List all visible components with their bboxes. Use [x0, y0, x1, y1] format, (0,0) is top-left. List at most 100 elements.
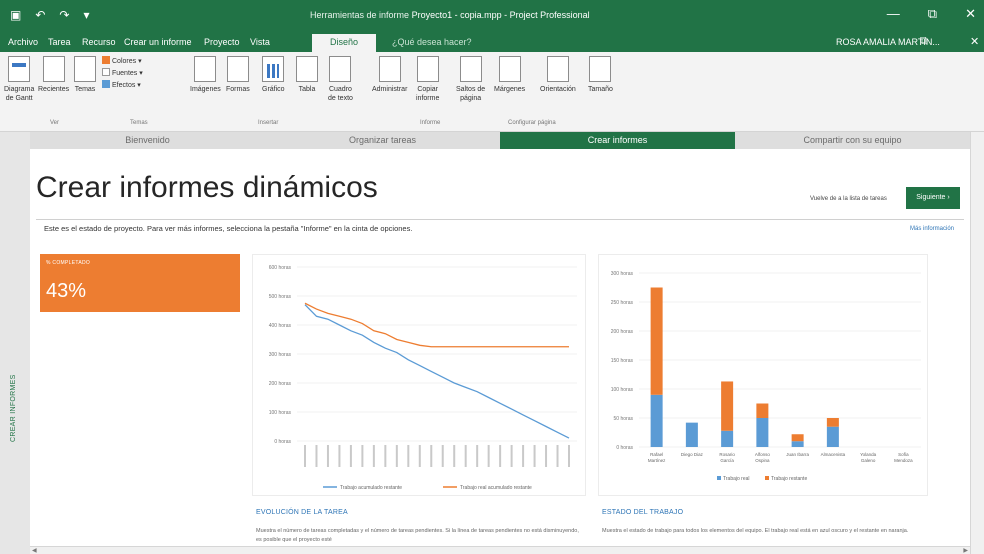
themes-icon: [74, 56, 96, 82]
textbox-button[interactable]: Cuadro de texto: [328, 56, 353, 103]
save-icon[interactable]: ▣: [10, 8, 21, 22]
images-button[interactable]: Imágenes: [190, 56, 221, 94]
title-main: Proyecto1 - copia.mpp - Project Professi…: [411, 10, 590, 20]
ribbon-display-icon[interactable]: ⧉: [920, 35, 928, 48]
x-tick-label: [361, 445, 364, 467]
restore-icon[interactable]: ⧉: [928, 6, 937, 22]
x-tick-label: Galeno: [861, 458, 876, 463]
nav-crear-informes[interactable]: Crear informes: [500, 132, 735, 149]
minimize-icon[interactable]: —: [887, 6, 900, 22]
gantt-button[interactable]: Diagrama de Gantt: [4, 56, 34, 103]
legend-swatch: [765, 476, 769, 480]
completion-label: % COMPLETADO: [46, 260, 91, 266]
redo-icon[interactable]: ↷: [59, 8, 69, 22]
bar-segment: [721, 430, 734, 447]
size-button[interactable]: Tamaño: [588, 56, 613, 94]
work-status-svg: 0 horas 50 horas 100 horas 150 horas 200 hor…: [611, 271, 921, 482]
recent-button[interactable]: Recientes: [38, 56, 69, 94]
x-tick-label: Rosario: [719, 452, 735, 457]
group-label-insertar: Insertar: [258, 120, 279, 126]
page-breaks-button[interactable]: Saltos de página: [456, 56, 485, 103]
themes-button[interactable]: Temas: [74, 56, 96, 94]
x-tick-label: Alfonso: [755, 452, 771, 457]
x-tick-label: Juan Ibarra: [786, 452, 809, 457]
x-tick-label: [304, 445, 306, 467]
close-icon[interactable]: ✕: [965, 6, 976, 22]
nav-bienvenido[interactable]: Bienvenido: [30, 132, 265, 149]
x-tick-label: [499, 445, 502, 467]
tab-crear-informe[interactable]: Crear un informe: [124, 37, 192, 47]
tab-tarea[interactable]: Tarea: [48, 37, 71, 47]
manage-button[interactable]: Administrar: [372, 56, 407, 94]
bar-segment: [650, 394, 663, 447]
legend-label: Trabajo real acumulado restante: [460, 485, 532, 491]
tab-diseno[interactable]: Diseño: [312, 34, 377, 52]
page-breaks-icon: [459, 56, 482, 82]
scroll-right-icon[interactable]: ▶: [963, 547, 968, 554]
copy-report-button[interactable]: Copiar informe: [416, 56, 439, 103]
tab-proyecto[interactable]: Proyecto: [204, 37, 240, 47]
colors-option[interactable]: Colores ▾: [102, 56, 143, 68]
x-tick-label: García: [720, 458, 734, 463]
recent-icon: [42, 56, 65, 82]
table-icon: [296, 56, 318, 82]
tab-recurso[interactable]: Recurso: [82, 37, 116, 47]
legend-swatch: [717, 476, 721, 480]
window-title: Herramientas de informe Proyecto1 - copi…: [310, 10, 590, 20]
back-to-tasks-link[interactable]: Vuelve de a la lista de tareas: [810, 196, 887, 202]
tell-me-box[interactable]: ¿Qué desea hacer?: [392, 37, 472, 47]
y-tick-label: 600 horas: [269, 265, 292, 271]
scroll-left-icon[interactable]: ◀: [32, 547, 37, 554]
effects-icon: [102, 80, 110, 88]
tab-vista[interactable]: Vista: [250, 37, 270, 47]
y-tick-label: 200 horas: [269, 381, 292, 387]
legend-label: Trabajo restante: [771, 476, 807, 482]
x-tick-label: [522, 445, 525, 467]
x-tick-label: [568, 445, 570, 467]
y-tick-label: 100 horas: [611, 387, 634, 393]
nav-organizar-tareas[interactable]: Organizar tareas: [265, 132, 500, 149]
close-doc-icon[interactable]: ✕: [970, 35, 979, 48]
orientation-icon: [546, 56, 569, 82]
y-tick-label: 500 horas: [269, 294, 292, 300]
chart-button[interactable]: Gráfico: [262, 56, 285, 94]
x-tick-label: Yolanda: [860, 452, 877, 457]
bar-segment: [826, 418, 839, 427]
x-tick-label: [326, 445, 329, 467]
y-tick-label: 100 horas: [269, 410, 292, 416]
nav-compartir[interactable]: Compartir con su equipo: [735, 132, 970, 149]
section-text-evolucion: Muestra el número de tareas completadas …: [256, 528, 579, 543]
legend-label: Trabajo acumulado restante: [340, 485, 402, 491]
group-label-ver: Ver: [50, 120, 60, 126]
customize-icon[interactable]: ▾: [83, 8, 89, 22]
x-tick-label: Rafael: [650, 452, 663, 457]
ribbon-tabs: Archivo Tarea Recurso Crear un informe P…: [0, 32, 984, 52]
sidebar-label: CREAR INFORMES: [10, 374, 17, 442]
margins-icon: [498, 56, 521, 82]
x-tick-label: [315, 445, 318, 467]
shapes-button[interactable]: Formas: [226, 56, 250, 94]
x-tick-label: [476, 445, 479, 467]
margins-button[interactable]: Márgenes: [494, 56, 525, 94]
tab-archivo[interactable]: Archivo: [8, 37, 38, 47]
next-button[interactable]: Siguiente ›: [906, 187, 960, 209]
undo-icon[interactable]: ↶: [35, 8, 45, 22]
orientation-button[interactable]: Orientación: [540, 56, 576, 94]
burndown-svg: 0 horas 100 horas 200 horas 300 horas 400 ho…: [269, 265, 577, 491]
y-tick-label: 250 horas: [611, 300, 634, 306]
left-sidebar: CREAR INFORMES: [0, 132, 30, 554]
group-label-configurar: Configurar página: [508, 120, 556, 126]
x-tick-label: [487, 445, 490, 467]
table-button[interactable]: Tabla: [296, 56, 318, 94]
horizontal-scrollbar[interactable]: ◀ ▶: [30, 546, 970, 554]
chart-icon: [262, 56, 285, 82]
fonts-option[interactable]: Fuentes ▾: [102, 68, 143, 80]
x-tick-label: [372, 445, 375, 467]
x-tick-label: Diego Diaz: [681, 452, 704, 457]
more-info-link[interactable]: Más información: [910, 226, 954, 232]
vertical-scrollbar[interactable]: [970, 132, 984, 554]
shapes-icon: [226, 56, 249, 82]
effects-option[interactable]: Efectos ▾: [102, 80, 143, 92]
work-status-chart: 0 horas 50 horas 100 horas 150 horas 200 hor…: [598, 254, 928, 496]
bar-segment: [721, 381, 734, 431]
